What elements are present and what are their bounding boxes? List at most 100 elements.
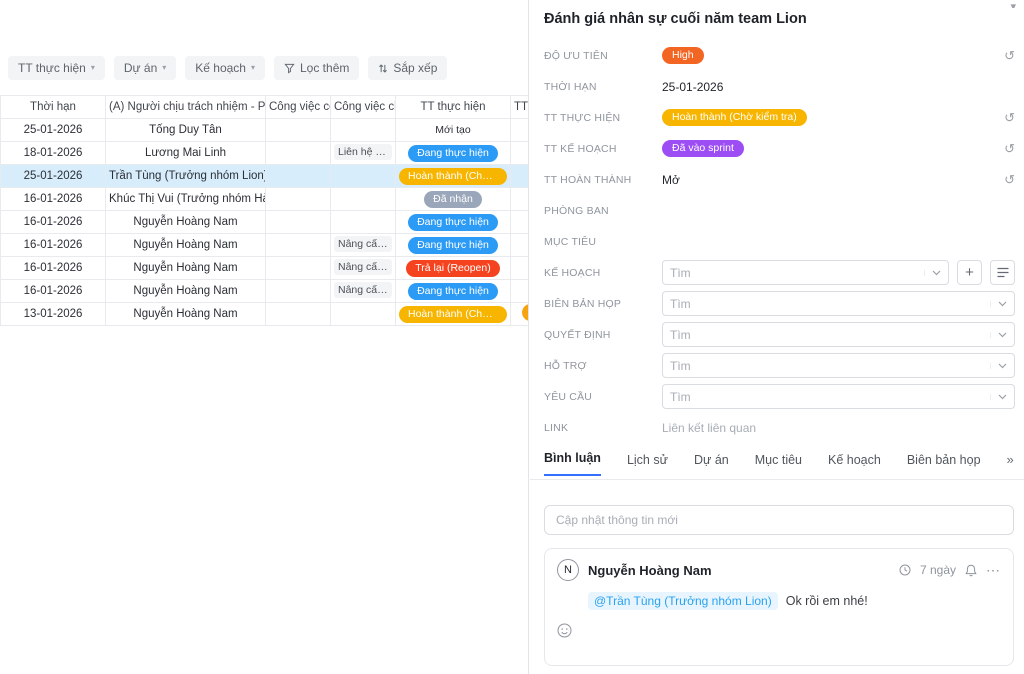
chevron-down-icon[interactable] [990,363,1007,369]
cell-subtask[interactable] [266,165,331,188]
cell-subtask[interactable] [266,234,331,257]
cell-subtask[interactable] [266,257,331,280]
cell-pic[interactable]: Nguyễn Hoàng Nam [106,257,266,280]
tab-meeting-minutes[interactable]: Biên bản họp [907,453,981,476]
cell-pic[interactable]: Lương Mai Linh [106,142,266,165]
status-badge[interactable]: Hoàn thành (Chờ kiểm tra) [399,168,507,185]
cell-subtask[interactable] [266,142,331,165]
cell-due[interactable]: 16-01-2026 [1,234,106,257]
support-search-input[interactable] [670,359,984,373]
cell-parent[interactable] [331,211,396,234]
cell-parent[interactable]: Liên hệ Supplie [331,142,396,165]
plan-search-input[interactable] [670,266,918,280]
chevron-down-icon[interactable] [990,301,1007,307]
table-row[interactable]: 16-01-2026 Nguyễn Hoàng Nam Nâng cấp thẻ… [1,280,530,303]
add-plan-button[interactable]: + [957,260,982,285]
cell-plan-status[interactable] [511,303,530,326]
history-icon[interactable]: ↺ [1004,173,1015,186]
table-row[interactable]: 18-01-2026 Lương Mai Linh Liên hệ Suppli… [1,142,530,165]
cell-due[interactable]: 16-01-2026 [1,257,106,280]
meeting-minutes-search-input[interactable] [670,297,984,311]
meeting-minutes-select[interactable] [662,291,1015,316]
filter-ke-hoach[interactable]: Kế hoạch ▾ [185,56,265,80]
plan-select[interactable] [662,260,949,285]
cell-due[interactable]: 16-01-2026 [1,188,106,211]
cell-due[interactable]: 25-01-2026 [1,119,106,142]
cell-plan-status[interactable] [511,119,530,142]
parent-task-chip[interactable]: Nâng cấp thẻ V [334,236,392,252]
cell-parent[interactable] [331,188,396,211]
cell-parent[interactable] [331,165,396,188]
emoji-reaction-icon[interactable] [557,623,572,638]
table-row[interactable]: 16-01-2026 Nguyễn Hoàng Nam Nâng cấp thẻ… [1,234,530,257]
cell-due[interactable]: 16-01-2026 [1,211,106,234]
new-comment-input[interactable] [556,513,1002,527]
cell-status[interactable]: Đang thực hiện [396,280,511,303]
cell-subtask[interactable] [266,280,331,303]
cell-parent[interactable] [331,303,396,326]
decision-search-input[interactable] [670,328,984,342]
sort-button[interactable]: Sắp xếp [368,56,447,80]
cell-subtask[interactable] [266,211,331,234]
status-badge[interactable]: Đang thực hiện [408,145,498,162]
cell-parent[interactable] [331,119,396,142]
cell-due[interactable]: 16-01-2026 [1,280,106,303]
history-icon[interactable]: ↺ [1004,49,1015,62]
table-row-selected[interactable]: 25-01-2026 Trần Tùng (Trưởng nhóm Lion) … [1,165,530,188]
cell-due[interactable]: 18-01-2026 [1,142,106,165]
cell-status[interactable]: Hoàn thành (Chờ kiểm tra) [396,165,511,188]
history-icon[interactable]: ↺ [1004,142,1015,155]
decision-select[interactable] [662,322,1015,347]
cell-status[interactable]: Mới tạo [396,119,511,142]
cell-plan-status[interactable] [511,165,530,188]
more-actions-icon[interactable]: ⋯ [986,562,1001,579]
new-comment-box[interactable] [544,505,1014,535]
cell-plan-status[interactable] [511,234,530,257]
bell-icon[interactable] [965,564,977,577]
cell-parent[interactable]: Nâng cấp thẻ V [331,280,396,303]
support-select[interactable] [662,353,1015,378]
cell-status[interactable]: Đã nhận [396,188,511,211]
cell-pic[interactable]: Tống Duy Tân [106,119,266,142]
history-icon[interactable]: ↺ [1004,111,1015,124]
cell-plan-status[interactable] [511,142,530,165]
filter-du-an[interactable]: Dự án ▾ [114,56,176,80]
status-badge[interactable]: Đang thực hiện [408,237,498,254]
cell-status[interactable]: Đang thực hiện [396,211,511,234]
cell-subtask[interactable] [266,119,331,142]
cell-pic[interactable]: Nguyễn Hoàng Nam [106,303,266,326]
cell-plan-status[interactable] [511,211,530,234]
cell-pic[interactable]: Nguyễn Hoàng Nam [106,280,266,303]
table-row[interactable]: 25-01-2026 Tống Duy Tân Mới tạo [1,119,530,142]
cell-parent[interactable]: Nâng cấp thẻ V [331,257,396,280]
more-filter-button[interactable]: Lọc thêm [274,56,359,80]
cell-pic[interactable]: Trần Tùng (Trưởng nhóm Lion) [106,165,266,188]
status-badge[interactable]: Đang thực hiện [408,214,498,231]
cell-pic[interactable]: Khúc Thị Vui (Trưởng nhóm Hải Âu) [106,188,266,211]
status-badge[interactable]: Trả lại (Reopen) [406,260,499,277]
mention-chip[interactable]: @Trần Tùng (Trưởng nhóm Lion) [588,592,778,610]
table-row[interactable]: 16-01-2026 Nguyễn Hoàng Nam Nâng cấp thẻ… [1,257,530,280]
status-badge[interactable]: Hoàn thành (Chờ kiểm tra) [399,306,507,323]
cell-due[interactable]: 13-01-2026 [1,303,106,326]
cell-parent[interactable]: Nâng cấp thẻ V [331,234,396,257]
tab-history[interactable]: Lịch sử [627,453,668,476]
parent-task-chip[interactable]: Nâng cấp thẻ V [334,282,392,298]
parent-task-chip[interactable]: Liên hệ Supplie [334,144,392,160]
cell-pic[interactable]: Nguyễn Hoàng Nam [106,234,266,257]
cell-status[interactable]: Trả lại (Reopen) [396,257,511,280]
cell-plan-status[interactable] [511,257,530,280]
tabs-overflow-icon[interactable]: » [1007,452,1014,476]
cell-due[interactable]: 25-01-2026 [1,165,106,188]
table-row[interactable]: 16-01-2026 Nguyễn Hoàng Nam Đang thực hi… [1,211,530,234]
link-placeholder[interactable]: Liên kết liên quan [662,421,756,435]
plan-list-button[interactable] [990,260,1015,285]
table-row[interactable]: 16-01-2026 Khúc Thị Vui (Trưởng nhóm Hải… [1,188,530,211]
cell-plan-status[interactable] [511,188,530,211]
priority-badge[interactable]: High [662,47,704,64]
cell-status[interactable]: Đang thực hiện [396,142,511,165]
chevron-down-icon[interactable] [924,270,941,276]
completion-status-value[interactable]: Mở [662,173,680,187]
tab-objective[interactable]: Mục tiêu [755,453,802,476]
status-badge[interactable]: Đã nhận [424,191,482,208]
